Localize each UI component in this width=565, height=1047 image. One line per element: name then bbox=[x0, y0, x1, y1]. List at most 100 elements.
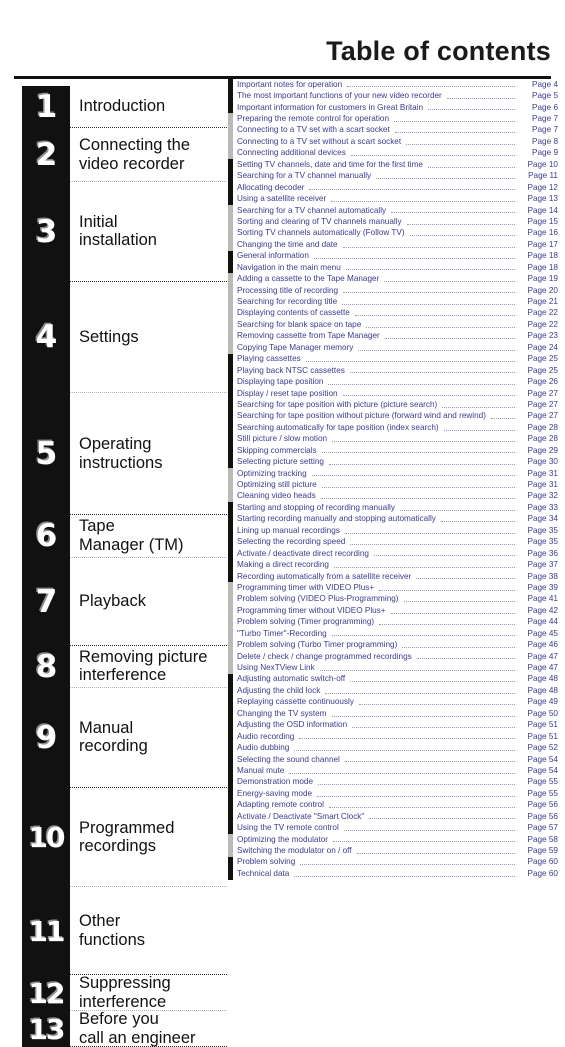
toc-entry[interactable]: Searching for a TV channel manually Page … bbox=[228, 170, 558, 182]
toc-entry[interactable]: Adjusting the child lock Page 48 bbox=[228, 685, 558, 697]
dot-leader bbox=[443, 429, 515, 431]
toc-entry[interactable]: Connecting to a TV set without a scart s… bbox=[228, 136, 558, 148]
toc-entry[interactable]: Programming timer with VIDEO Plus+ Page 3… bbox=[228, 582, 558, 594]
toc-entry-page: Page 37 bbox=[527, 560, 558, 570]
toc-entry-page: Page 18 bbox=[527, 262, 558, 272]
toc-entry[interactable]: Setting TV channels, date and time for t… bbox=[228, 159, 558, 171]
section-marker-bar bbox=[228, 833, 233, 846]
toc-entry[interactable]: Searching for blank space on tape Page 22 bbox=[228, 319, 558, 331]
toc-entry[interactable]: Processing title of recording Page 20 bbox=[228, 284, 558, 297]
toc-entry[interactable]: Optimizing the modulator Page 58 bbox=[228, 833, 558, 846]
toc-entry[interactable]: General information Page 18 bbox=[228, 250, 558, 262]
chapter-9[interactable]: 9 Manual recording bbox=[22, 688, 227, 788]
toc-entry[interactable]: Cleaning video heads Page 32 bbox=[228, 490, 558, 503]
toc-entry[interactable]: Adding a cassette to the Tape Manager Pag… bbox=[228, 273, 558, 285]
toc-entry[interactable]: Problem solving (Timer programming) Page … bbox=[228, 616, 558, 628]
toc-entry[interactable]: Recording automatically from a satellite… bbox=[228, 570, 558, 583]
toc-entry-title: Making a direct recording bbox=[237, 560, 329, 570]
chapter-5[interactable]: 5 Operating instructions bbox=[22, 392, 227, 516]
toc-entry[interactable]: Activate / deactivate direct recording Pa… bbox=[228, 547, 558, 560]
toc-entry[interactable]: Problem solving (VIDEO Plus-Programming)… bbox=[228, 593, 558, 606]
chapter-2[interactable]: 2 Connecting the video recorder bbox=[22, 128, 227, 183]
toc-entry[interactable]: The most important functions of your new… bbox=[228, 90, 558, 102]
toc-entry[interactable]: Searching for a TV channel automatically… bbox=[228, 204, 558, 217]
toc-entry[interactable]: Searching for tape position with picture… bbox=[228, 399, 558, 411]
section-marker-bar bbox=[228, 696, 233, 709]
toc-entry[interactable]: Important notes for operation Page 4 bbox=[228, 79, 558, 91]
toc-entry[interactable]: Problem solving Page 60 bbox=[228, 856, 558, 869]
toc-entry[interactable]: Connecting to a TV set with a scart sock… bbox=[228, 124, 558, 137]
toc-entry[interactable]: Using a satellite receiver Page 13 bbox=[228, 193, 558, 205]
toc-entry[interactable]: Demonstration mode Page 55 bbox=[228, 776, 558, 789]
toc-entry[interactable]: Selecting picture setting Page 30 bbox=[228, 456, 558, 468]
toc-entry-page: Page 39 bbox=[527, 582, 558, 592]
toc-entry[interactable]: Activate / Deactivate "Smart Clock" Page … bbox=[228, 811, 558, 823]
toc-entry[interactable]: Using NexTView Link Page 47 bbox=[228, 662, 558, 674]
toc-entry[interactable]: Optimizing tracking Page 31 bbox=[228, 467, 558, 480]
section-marker-bar bbox=[228, 273, 233, 285]
dot-leader bbox=[318, 783, 515, 786]
toc-entry[interactable]: Programming timer without VIDEO Plus+ Pag… bbox=[228, 605, 558, 617]
chapter-number: 11 bbox=[22, 887, 70, 976]
toc-entry[interactable]: Displaying tape position Page 26 bbox=[228, 376, 558, 388]
toc-entry[interactable]: Preparing the remote control for operati… bbox=[228, 113, 558, 125]
chapter-13[interactable]: 13 Before you call an engineer bbox=[22, 1010, 227, 1047]
toc-entry[interactable]: Sorting TV channels automatically (Follo… bbox=[228, 227, 558, 240]
toc-entry[interactable]: Switching the modulator on / off Page 59 bbox=[228, 845, 558, 857]
toc-entry[interactable]: Searching for recording title Page 21 bbox=[228, 296, 558, 308]
toc-entry[interactable]: "Turbo Timer"-Recording Page 45 bbox=[228, 628, 558, 640]
chapter-1[interactable]: 1 Introduction bbox=[22, 86, 227, 129]
toc-entry-title: Adjusting the OSD information bbox=[237, 720, 348, 730]
toc-entry[interactable]: Audio dubbing Page 52 bbox=[228, 742, 558, 754]
toc-entry[interactable]: Lining up manual recordings Page 35 bbox=[228, 525, 558, 537]
toc-entry[interactable]: Optimizing still picture Page 31 bbox=[228, 479, 558, 491]
chapter-6[interactable]: 6 Tape Manager (TM) bbox=[22, 515, 227, 558]
toc-entry[interactable]: Starting recording manually and stopping… bbox=[228, 513, 558, 526]
toc-entry[interactable]: Copying Tape Manager memory Page 24 bbox=[228, 342, 558, 354]
chapter-8[interactable]: 8 Removing picture interference bbox=[22, 645, 227, 689]
toc-entry[interactable]: Audio recording Page 51 bbox=[228, 730, 558, 743]
toc-entry[interactable]: Displaying contents of cassette Page 22 bbox=[228, 307, 558, 320]
toc-entry[interactable]: Selecting the recording speed Page 35 bbox=[228, 536, 558, 548]
toc-entry[interactable]: Navigation in the main menu Page 18 bbox=[228, 262, 558, 274]
toc-entry[interactable]: Adapting remote control Page 56 bbox=[228, 799, 558, 811]
toc-entry[interactable]: Adjusting the OSD information Page 51 bbox=[228, 719, 558, 731]
toc-entry-title: Starting recording manually and stopping… bbox=[237, 514, 436, 524]
toc-entry[interactable]: Technical data Page 60 bbox=[228, 868, 558, 880]
toc-entry[interactable]: Adjusting automatic switch-off Page 48 bbox=[228, 673, 558, 686]
toc-entry[interactable]: Removing cassette from Tape Manager Page … bbox=[228, 330, 558, 343]
toc-entry[interactable]: Problem solving (Turbo Timer programming… bbox=[228, 639, 558, 651]
toc-entry[interactable]: Making a direct recording Page 37 bbox=[228, 559, 558, 571]
dot-leader bbox=[406, 143, 515, 145]
chapter-11[interactable]: 11 Other functions bbox=[22, 887, 227, 976]
toc-entry[interactable]: Changing the time and date Page 17 bbox=[228, 239, 558, 251]
toc-entry[interactable]: Important information for customers in G… bbox=[228, 101, 558, 114]
toc-entry[interactable]: Sorting and clearing of TV channels manu… bbox=[228, 216, 558, 228]
toc-entry[interactable]: Using the TV remote control Page 57 bbox=[228, 822, 558, 834]
toc-entry[interactable]: Changing the TV system Page 50 bbox=[228, 708, 558, 720]
toc-entry[interactable]: Still picture / slow motion Page 28 bbox=[228, 433, 558, 445]
toc-entry[interactable]: Display / reset tape position Page 27 bbox=[228, 387, 558, 400]
toc-entry[interactable]: Manual mute Page 54 bbox=[228, 765, 558, 777]
toc-entry[interactable]: Selecting the sound channel Page 54 bbox=[228, 753, 558, 766]
toc-entry[interactable]: Playing cassettes Page 25 bbox=[228, 353, 558, 365]
toc-entry-page: Page 4 bbox=[532, 79, 558, 89]
toc-entry[interactable]: Searching automatically for tape positio… bbox=[228, 422, 558, 434]
toc-entry-title: Sorting and clearing of TV channels manu… bbox=[237, 216, 402, 226]
chapter-7[interactable]: 7 Playback bbox=[22, 557, 227, 646]
chapter-12[interactable]: 12 Suppressing interference bbox=[22, 974, 227, 1012]
toc-entry[interactable]: Searching for tape position without pict… bbox=[228, 410, 558, 423]
toc-entry[interactable]: Skipping commercials Page 29 bbox=[228, 445, 558, 457]
toc-entry[interactable]: Delete / check / change programmed recor… bbox=[228, 650, 558, 663]
toc-entry[interactable]: Starting and stopping of recording manua… bbox=[228, 502, 558, 514]
toc-entry[interactable]: Allocating decoder Page 12 bbox=[228, 181, 558, 194]
toc-entry-title: Connecting additional devices bbox=[237, 148, 346, 158]
toc-entry[interactable]: Replaying cassette continuously Page 49 bbox=[228, 696, 558, 709]
toc-entry[interactable]: Connecting additional devices Page 9 bbox=[228, 147, 558, 160]
toc-entry[interactable]: Energy-saving mode Page 55 bbox=[228, 788, 558, 800]
toc-entry-title: Important information for customers in G… bbox=[237, 102, 424, 112]
toc-entry[interactable]: Playing back NTSC cassettes Page 25 bbox=[228, 364, 558, 377]
chapter-4[interactable]: 4 Settings bbox=[22, 281, 227, 393]
chapter-3[interactable]: 3 Initial installation bbox=[22, 182, 227, 282]
chapter-10[interactable]: 10 Programmed recordings bbox=[22, 787, 227, 888]
